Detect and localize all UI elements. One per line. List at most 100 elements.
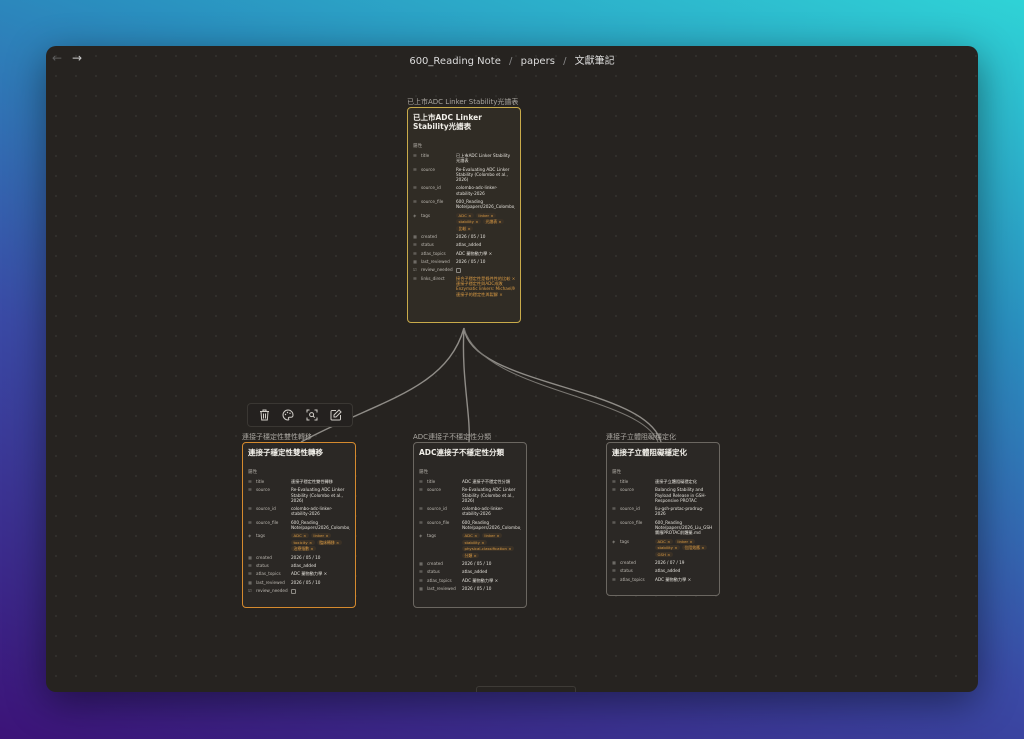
prop-row-title[interactable]: ☰ title 連接子穩定性雙性轉移 <box>248 479 350 484</box>
card-title: ADC連接子不穩定性分類 <box>419 448 505 457</box>
tag-pill[interactable]: 臨床轉移 × <box>316 539 342 545</box>
canvas-window[interactable]: ← → 600_Reading Note / papers / 文獻筆記 已上市… <box>46 46 978 692</box>
calendar-icon: ▦ <box>248 579 252 585</box>
text-lines-icon: ☰ <box>248 506 252 512</box>
prop-row-status[interactable]: ☰ status atlas_added <box>248 563 350 568</box>
prop-row-tags[interactable]: ◈ tags ADC × linker × toxicity × 臨床轉移 × 治… <box>248 533 350 552</box>
tag-pill[interactable]: 治療指數 × <box>291 546 317 552</box>
tag-pill[interactable]: 位阻效應 × <box>681 545 708 551</box>
trash-icon[interactable] <box>256 407 272 423</box>
prop-row-atlas-topics[interactable]: ☰ atlas_topics ADC 藥物動力學 × <box>419 578 521 583</box>
card-node-left[interactable]: 連接子穩定性雙性轉移 屬性 ☰ title 連接子穩定性雙性轉移 ☰ source Re… <box>242 442 356 608</box>
checkbox-icon: ☑ <box>413 267 417 273</box>
properties-heading: 屬性 <box>612 470 622 475</box>
card-node-mid[interactable]: ADC連接子不穩定性分類 屬性 ☰ title ADC 連接子不穩定性分類 ☰ sou… <box>413 442 527 608</box>
edge-top-to-right-2[interactable] <box>463 327 659 443</box>
zoom-to-selection-icon[interactable] <box>304 407 320 423</box>
tag-pill[interactable]: ADC × <box>291 533 309 539</box>
prop-row-source[interactable]: ☰ source Re-Evaluating ADC Linker Stabilit… <box>248 487 350 503</box>
prop-row-source-id[interactable]: ☰ source_id colombo-adc-linker-stability-2… <box>413 185 515 195</box>
tag-pill[interactable]: stability × <box>462 539 487 545</box>
node-label-left[interactable]: 連接子穩定性雙性轉移 <box>242 432 354 442</box>
tag-pill[interactable]: physical-classification × <box>462 546 515 552</box>
tag-pill[interactable]: 光譜表 × <box>482 219 505 225</box>
prop-row-source-id[interactable]: ☰ source_id colombo-adc-linker-stability-2… <box>248 506 350 516</box>
prop-row-source-id[interactable]: ☰ source_id liu-gsh-protac-prodrug-2026 <box>612 506 714 516</box>
prop-row-source-file[interactable]: ☰ source_file 600_Reading Note/papers/2026… <box>413 199 515 209</box>
prop-row-last-reviewed[interactable]: ▦ last_reviewed 2026 / 05 / 10 <box>413 259 515 264</box>
palette-icon[interactable] <box>280 407 296 423</box>
bottom-controls-edge <box>476 686 576 692</box>
prop-row-status[interactable]: ☰ status atlas_added <box>413 242 515 247</box>
tag-icon: ◈ <box>413 212 417 218</box>
tag-pill[interactable]: ADC × <box>462 533 480 539</box>
node-label-top[interactable]: 已上市ADC Linker Stability光譜表 <box>407 97 525 107</box>
tag-pill[interactable]: linker × <box>481 533 503 539</box>
text-lines-icon: ☰ <box>413 153 417 158</box>
text-lines-icon: ☰ <box>419 519 423 525</box>
card-node-right[interactable]: 連接子立體阻礙穩定化 屬性 ☰ title 連接子立體阻礙穩定化 ☰ source Ba… <box>606 442 720 596</box>
prop-row-links-direct[interactable]: ☰ links_direct 接合子穩定性是條件性的比較 × 連接子穩定性與ADC… <box>413 276 515 297</box>
prop-row-tags[interactable]: ◈ tags ADC × linker × stability × physica… <box>419 533 521 558</box>
prop-row-review-needed[interactable]: ☑ review_needed <box>413 267 515 273</box>
prop-row-status[interactable]: ☰ status atlas_added <box>612 568 714 573</box>
prop-row-tags[interactable]: ◈ tags ADC × linker × stability × 光譜表 × 比… <box>413 212 515 231</box>
card-node-top[interactable]: 已上市ADC Linker Stability光譜表 屬性 ☰ title 已上市A… <box>407 107 521 323</box>
internal-link[interactable]: Enzymatic linkers: Michael/Maleimide 比較 … <box>456 286 515 291</box>
node-label-right[interactable]: 連接子立體阻礙穩定化 <box>606 432 718 442</box>
prop-row-created[interactable]: ▦ created 2026 / 05 / 10 <box>419 561 521 566</box>
tag-pill[interactable]: linker × <box>475 212 497 218</box>
calendar-icon: ▦ <box>419 586 423 592</box>
tag-pill[interactable]: linker × <box>310 533 332 539</box>
review-needed-checkbox[interactable] <box>456 267 461 273</box>
list-icon: ☰ <box>612 576 616 582</box>
prop-row-atlas-topics[interactable]: ☰ atlas_topics ADC 藥物動力學 × <box>248 571 350 576</box>
internal-link[interactable]: 連接子的穩定性與裂解 × <box>456 292 515 297</box>
prop-row-title[interactable]: ☰ title 連接子立體阻礙穩定化 <box>612 479 714 484</box>
edit-icon[interactable] <box>328 407 344 423</box>
tag-icon: ◈ <box>248 533 252 539</box>
prop-row-last-reviewed[interactable]: ▦ last_reviewed 2026 / 05 / 10 <box>248 580 350 585</box>
prop-row-title[interactable]: ☰ title 已上市ADC Linker Stability 光譜表 <box>413 153 515 163</box>
text-lines-icon: ☰ <box>419 569 423 575</box>
prop-row-source[interactable]: ☰ source Re-Evaluating ADC Linker Stabilit… <box>413 167 515 183</box>
prop-row-atlas-topics[interactable]: ☰ atlas_topics ADC 藥物動力學 × <box>612 577 714 582</box>
tag-pill[interactable]: ADC × <box>456 212 474 218</box>
card-title: 連接子穩定性雙性轉移 <box>248 448 323 457</box>
prop-row-title[interactable]: ☰ title ADC 連接子不穩定性分類 <box>419 479 521 484</box>
list-icon: ☰ <box>419 577 423 583</box>
prop-row-tags[interactable]: ◈ tags ADC × linker × stability × 位阻效應 × … <box>612 538 714 557</box>
prop-row-source-id[interactable]: ☰ source_id colombo-adc-linker-stability-2… <box>419 506 521 516</box>
prop-row-source-file[interactable]: ☰ source_file 600_Reading Note/papers/2026… <box>248 520 350 530</box>
edge-top-to-right[interactable] <box>463 327 662 443</box>
text-lines-icon: ☰ <box>248 562 252 568</box>
prop-row-source[interactable]: ☰ source Balancing Stability and Payload R… <box>612 487 714 503</box>
text-lines-icon: ☰ <box>413 166 417 172</box>
prop-row-atlas-topics[interactable]: ☰ atlas_topics ADC 藥物動力學 × <box>413 251 515 256</box>
prop-row-created[interactable]: ▦ created 2026 / 05 / 10 <box>413 234 515 239</box>
tag-pill[interactable]: 比較 × <box>456 225 474 231</box>
prop-row-created[interactable]: ▦ created 2026 / 05 / 10 <box>248 555 350 560</box>
edge-top-to-mid[interactable] <box>462 327 470 443</box>
review-needed-checkbox[interactable] <box>291 588 296 594</box>
calendar-icon: ▦ <box>413 258 417 264</box>
tag-pill[interactable]: stability × <box>456 219 481 225</box>
tag-pill[interactable]: stability × <box>655 545 680 551</box>
text-lines-icon: ☰ <box>612 519 616 525</box>
prop-row-source-file[interactable]: ☰ source_file 600_Reading Note/papers/2026… <box>612 520 714 536</box>
properties-heading: 屬性 <box>248 470 258 475</box>
properties-heading: 屬性 <box>419 470 429 475</box>
prop-row-status[interactable]: ☰ status atlas_added <box>419 569 521 574</box>
prop-row-source[interactable]: ☰ source Re-Evaluating ADC Linker Stabilit… <box>419 487 521 503</box>
node-label-mid[interactable]: ADC連接子不穩定性分類 <box>413 432 525 442</box>
tag-pill[interactable]: 分類 × <box>462 552 480 558</box>
tag-pill[interactable]: toxicity × <box>291 539 315 545</box>
tag-pill[interactable]: GSH × <box>655 551 673 557</box>
prop-row-last-reviewed[interactable]: ▦ last_reviewed 2026 / 05 / 10 <box>419 586 521 591</box>
prop-row-review-needed[interactable]: ☑ review_needed <box>248 588 350 594</box>
tag-pill[interactable]: ADC × <box>655 538 673 544</box>
prop-row-created[interactable]: ▦ created 2026 / 07 / 19 <box>612 560 714 565</box>
properties-heading: 屬性 <box>413 144 423 149</box>
tag-pill[interactable]: linker × <box>674 538 696 544</box>
prop-row-source-file[interactable]: ☰ source_file 600_Reading Note/papers/2026… <box>419 520 521 530</box>
